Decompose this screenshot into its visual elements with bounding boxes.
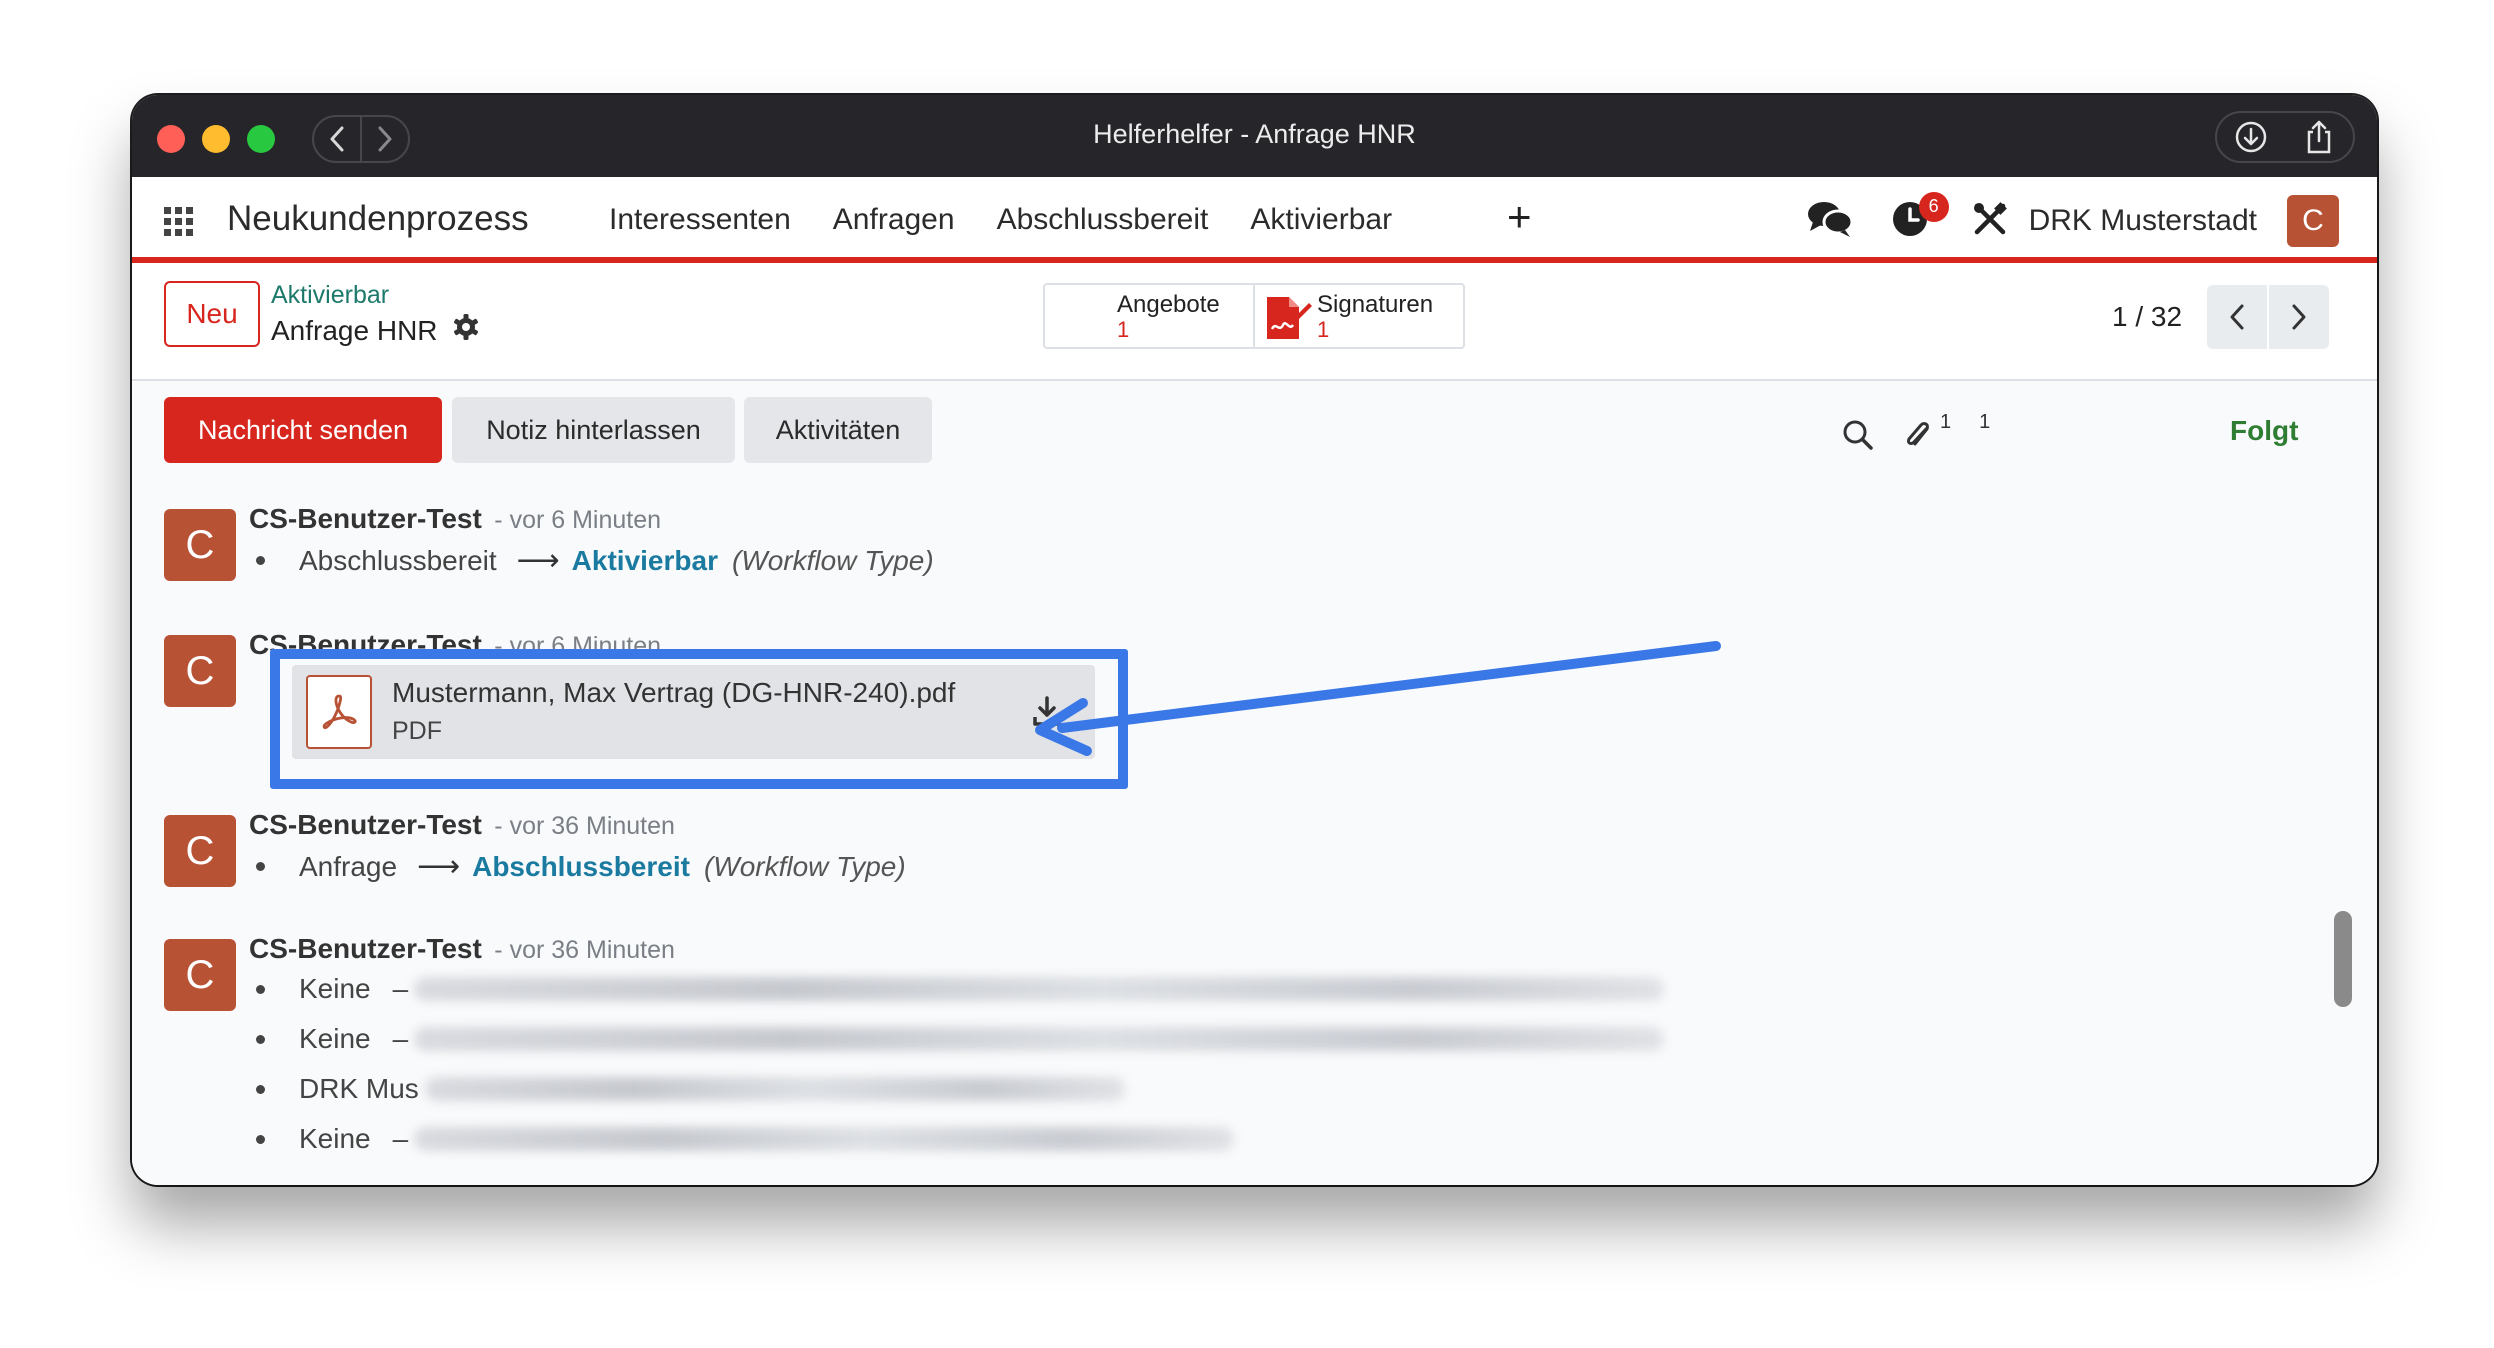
toolbar-right — [2215, 111, 2355, 163]
add-menu-button[interactable]: + — [1507, 193, 1532, 241]
app-navbar: Neukundenprozess Interessenten Anfragen … — [132, 177, 2377, 263]
old-value: Anfrage — [299, 850, 398, 882]
message-time: - vor 36 Minuten — [494, 812, 675, 840]
author-avatar[interactable]: C — [164, 509, 236, 581]
bullet — [256, 1034, 265, 1044]
app-name[interactable]: Neukundenprozess — [227, 199, 529, 239]
old-value: Abschlussbereit — [299, 544, 497, 576]
old-value: DRK Mus — [299, 1073, 419, 1104]
menu-item-anfragen[interactable]: Anfragen — [833, 203, 955, 237]
activity-count-badge: 6 — [1918, 191, 1949, 222]
bullet — [256, 862, 265, 871]
redacted-text — [414, 977, 1665, 1001]
tracking-value: Anfrage ⟶ Abschlussbereit (Workflow Type… — [256, 849, 906, 884]
new-value: Abschlussbereit — [472, 850, 690, 882]
menu-item-aktivierbar[interactable]: Aktivierbar — [1250, 203, 1392, 237]
apps-grid-icon[interactable] — [164, 207, 194, 242]
signature-document-icon — [1265, 295, 1313, 346]
control-panel: Neu Aktivierbar Anfrage HNR Angebote 1 S… — [132, 263, 2377, 381]
record-title: Anfrage HNR — [271, 314, 438, 346]
message-author[interactable]: CS-Benutzer-Test — [249, 933, 482, 964]
new-record-button[interactable]: Neu — [164, 281, 260, 347]
redacted-text — [414, 1127, 1235, 1151]
redacted-text: – — [392, 973, 409, 1004]
smart-button-signaturen[interactable]: Signaturen 1 — [1255, 285, 1463, 347]
menu-item-abschlussbereit[interactable]: Abschlussbereit — [997, 203, 1209, 237]
smart-button-label: Angebote — [1117, 291, 1220, 318]
long-arrow-right-icon: ⟶ — [516, 544, 560, 577]
tracking-value: DRK Mus — [256, 1073, 1125, 1105]
bullet — [256, 1084, 265, 1094]
message-author[interactable]: CS-Benutzer-Test — [249, 809, 482, 840]
smart-button-angebote[interactable]: Angebote 1 — [1045, 285, 1255, 347]
main-menu: Interessenten Anfragen Abschlussbereit A… — [609, 203, 1392, 237]
author-avatar[interactable]: C — [164, 939, 236, 1011]
smart-button-count: 1 — [1317, 317, 1330, 342]
new-value: Aktivierbar — [571, 544, 718, 576]
pager-next-button[interactable] — [2269, 285, 2329, 349]
window-title: Helferhelfer - Anfrage HNR — [1093, 119, 1416, 149]
tracking-value: Abschlussbereit ⟶ Aktivierbar (Workflow … — [256, 543, 934, 578]
chevron-left-icon — [2230, 304, 2244, 330]
company-switcher[interactable]: DRK Musterstadt — [2029, 204, 2257, 238]
author-avatar[interactable]: C — [164, 635, 236, 707]
tracking-value: Keine – — [256, 1023, 1665, 1055]
tracked-field: (Workflow Type) — [731, 544, 934, 576]
chat-bubbles-icon[interactable] — [1807, 200, 1854, 243]
message-author[interactable]: CS-Benutzer-Test — [249, 503, 482, 534]
search-icon[interactable] — [1842, 419, 1874, 457]
follow-button[interactable]: Folgt — [2230, 415, 2298, 447]
smart-buttons: Angebote 1 Signaturen 1 — [1043, 283, 1465, 349]
redacted-text: – — [392, 1023, 409, 1054]
tools-icon[interactable] — [1973, 201, 2007, 241]
message-time: - vor 6 Minuten — [494, 506, 662, 534]
redacted-text — [414, 1027, 1665, 1051]
scrollbar-thumb[interactable] — [2334, 911, 2352, 1007]
old-value: Keine — [299, 1023, 371, 1054]
tracked-field: (Workflow Type) — [703, 850, 906, 882]
redacted-text: – — [392, 1123, 409, 1154]
menu-item-interessenten[interactable]: Interessenten — [609, 203, 791, 237]
browser-window: Helferhelfer - Anfrage HNR Neukundenproz… — [132, 95, 2377, 1185]
message-header: CS-Benutzer-Test - vor 6 Minuten — [249, 503, 661, 535]
message-time: - vor 36 Minuten — [494, 936, 675, 964]
chevron-right-icon — [2292, 304, 2306, 330]
old-value: Keine — [299, 1123, 371, 1154]
activities-button[interactable]: Aktivitäten — [744, 397, 932, 463]
download-icon[interactable] — [2217, 113, 2285, 161]
pager-value[interactable]: 1 / 32 — [2112, 301, 2182, 333]
gear-icon[interactable] — [452, 313, 480, 348]
title-bar: Helferhelfer - Anfrage HNR — [132, 95, 2377, 177]
share-icon[interactable] — [2285, 113, 2353, 161]
navbar-systray: 6 DRK Musterstadt C — [1807, 191, 2339, 247]
chatter: Nachricht senden Notiz hinterlassen Akti… — [132, 381, 2377, 1185]
message-header: CS-Benutzer-Test - vor 36 Minuten — [249, 933, 675, 965]
bullet — [256, 556, 265, 565]
breadcrumb-parent[interactable]: Aktivierbar — [271, 281, 389, 310]
send-message-button[interactable]: Nachricht senden — [164, 397, 442, 463]
redacted-text — [424, 1077, 1125, 1101]
bullet — [256, 984, 265, 994]
breadcrumb-current: Anfrage HNR — [271, 313, 480, 348]
tracking-value: Keine – — [256, 973, 1665, 1005]
tracking-value: Keine – — [256, 1123, 1235, 1155]
annotation-highlight-box — [270, 649, 1128, 789]
chatter-tools: 1 1 — [1842, 411, 1990, 459]
paperclip-icon[interactable] — [1902, 417, 1934, 459]
activity-clock-icon[interactable]: 6 — [1891, 191, 1949, 243]
long-arrow-right-icon: ⟶ — [417, 850, 461, 883]
log-note-button[interactable]: Notiz hinterlassen — [452, 397, 735, 463]
user-avatar[interactable]: C — [2287, 195, 2339, 247]
author-avatar[interactable]: C — [164, 815, 236, 887]
follower-count[interactable]: 1 — [1979, 411, 1990, 434]
smart-button-count: 1 — [1117, 317, 1130, 342]
smart-button-label: Signaturen — [1317, 291, 1434, 318]
old-value: Keine — [299, 973, 371, 1004]
message-header: CS-Benutzer-Test - vor 36 Minuten — [249, 809, 675, 841]
attachment-count: 1 — [1940, 411, 1952, 433]
pager-previous-button[interactable] — [2207, 285, 2267, 349]
bullet — [256, 1134, 265, 1144]
